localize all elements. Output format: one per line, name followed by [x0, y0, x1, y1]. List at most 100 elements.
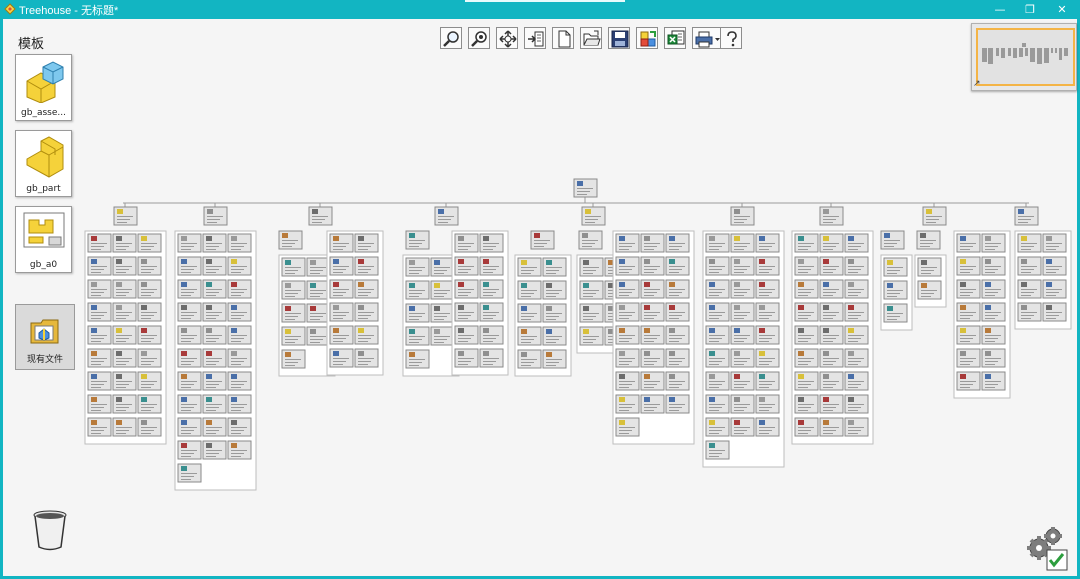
- part-node[interactable]: [177, 348, 202, 368]
- part-node[interactable]: [177, 371, 202, 391]
- part-node[interactable]: [640, 371, 665, 391]
- part-node[interactable]: [227, 417, 252, 437]
- part-node[interactable]: [405, 280, 430, 300]
- part-node[interactable]: [112, 256, 137, 276]
- part-node[interactable]: [956, 256, 981, 276]
- subassembly-node[interactable]: [530, 230, 555, 250]
- part-node[interactable]: [112, 394, 137, 414]
- part-node[interactable]: [112, 348, 137, 368]
- part-node[interactable]: [202, 302, 227, 322]
- part-node[interactable]: [981, 371, 1006, 391]
- part-node[interactable]: [819, 371, 844, 391]
- part-node[interactable]: [794, 233, 819, 253]
- part-node[interactable]: [705, 417, 730, 437]
- part-node[interactable]: [794, 279, 819, 299]
- part-node[interactable]: [981, 279, 1006, 299]
- part-node[interactable]: [705, 348, 730, 368]
- subassembly-node[interactable]: [730, 206, 755, 226]
- part-node[interactable]: [956, 348, 981, 368]
- part-node[interactable]: [329, 348, 354, 368]
- part-node[interactable]: [705, 256, 730, 276]
- part-node[interactable]: [202, 394, 227, 414]
- part-node[interactable]: [615, 279, 640, 299]
- part-node[interactable]: [454, 302, 479, 322]
- part-node[interactable]: [227, 302, 252, 322]
- part-node[interactable]: [227, 325, 252, 345]
- part-node[interactable]: [454, 233, 479, 253]
- part-node[interactable]: [405, 303, 430, 323]
- part-node[interactable]: [819, 302, 844, 322]
- part-node[interactable]: [542, 326, 567, 346]
- part-node[interactable]: [87, 233, 112, 253]
- part-node[interactable]: [981, 348, 1006, 368]
- part-node[interactable]: [430, 280, 455, 300]
- part-node[interactable]: [1017, 233, 1042, 253]
- part-node[interactable]: [329, 233, 354, 253]
- part-node[interactable]: [883, 280, 908, 300]
- part-node[interactable]: [87, 325, 112, 345]
- part-node[interactable]: [430, 303, 455, 323]
- subassembly-node[interactable]: [113, 206, 138, 226]
- part-node[interactable]: [981, 256, 1006, 276]
- part-node[interactable]: [202, 233, 227, 253]
- part-node[interactable]: [517, 326, 542, 346]
- part-node[interactable]: [137, 371, 162, 391]
- part-node[interactable]: [542, 257, 567, 277]
- part-node[interactable]: [844, 417, 869, 437]
- part-node[interactable]: [479, 302, 504, 322]
- part-node[interactable]: [542, 280, 567, 300]
- part-node[interactable]: [956, 302, 981, 322]
- part-node[interactable]: [1017, 279, 1042, 299]
- part-node[interactable]: [1042, 279, 1067, 299]
- part-node[interactable]: [479, 256, 504, 276]
- part-node[interactable]: [819, 394, 844, 414]
- part-node[interactable]: [819, 325, 844, 345]
- part-node[interactable]: [227, 256, 252, 276]
- part-node[interactable]: [87, 348, 112, 368]
- part-node[interactable]: [454, 348, 479, 368]
- assembly-tree[interactable]: [3, 19, 1077, 499]
- part-node[interactable]: [177, 463, 202, 483]
- part-node[interactable]: [615, 325, 640, 345]
- part-node[interactable]: [405, 257, 430, 277]
- part-node[interactable]: [755, 302, 780, 322]
- part-node[interactable]: [517, 303, 542, 323]
- part-node[interactable]: [794, 302, 819, 322]
- part-node[interactable]: [844, 279, 869, 299]
- part-node[interactable]: [579, 257, 604, 277]
- part-node[interactable]: [227, 348, 252, 368]
- part-node[interactable]: [615, 371, 640, 391]
- part-node[interactable]: [227, 279, 252, 299]
- part-node[interactable]: [177, 417, 202, 437]
- part-node[interactable]: [705, 302, 730, 322]
- part-node[interactable]: [640, 302, 665, 322]
- part-node[interactable]: [640, 279, 665, 299]
- part-node[interactable]: [819, 256, 844, 276]
- part-node[interactable]: [640, 256, 665, 276]
- part-node[interactable]: [956, 371, 981, 391]
- subassembly-node[interactable]: [434, 206, 459, 226]
- part-node[interactable]: [665, 256, 690, 276]
- part-node[interactable]: [405, 349, 430, 369]
- part-node[interactable]: [454, 279, 479, 299]
- part-node[interactable]: [454, 325, 479, 345]
- part-node[interactable]: [329, 325, 354, 345]
- part-node[interactable]: [665, 302, 690, 322]
- part-node[interactable]: [730, 371, 755, 391]
- part-node[interactable]: [177, 279, 202, 299]
- part-node[interactable]: [615, 417, 640, 437]
- subassembly-node[interactable]: [922, 206, 947, 226]
- part-node[interactable]: [665, 394, 690, 414]
- part-node[interactable]: [112, 325, 137, 345]
- part-node[interactable]: [730, 233, 755, 253]
- subassembly-node[interactable]: [880, 230, 905, 250]
- part-node[interactable]: [227, 233, 252, 253]
- part-node[interactable]: [517, 257, 542, 277]
- part-node[interactable]: [705, 394, 730, 414]
- part-node[interactable]: [177, 325, 202, 345]
- part-node[interactable]: [479, 325, 504, 345]
- part-node[interactable]: [87, 371, 112, 391]
- part-node[interactable]: [844, 302, 869, 322]
- part-node[interactable]: [956, 279, 981, 299]
- part-node[interactable]: [755, 417, 780, 437]
